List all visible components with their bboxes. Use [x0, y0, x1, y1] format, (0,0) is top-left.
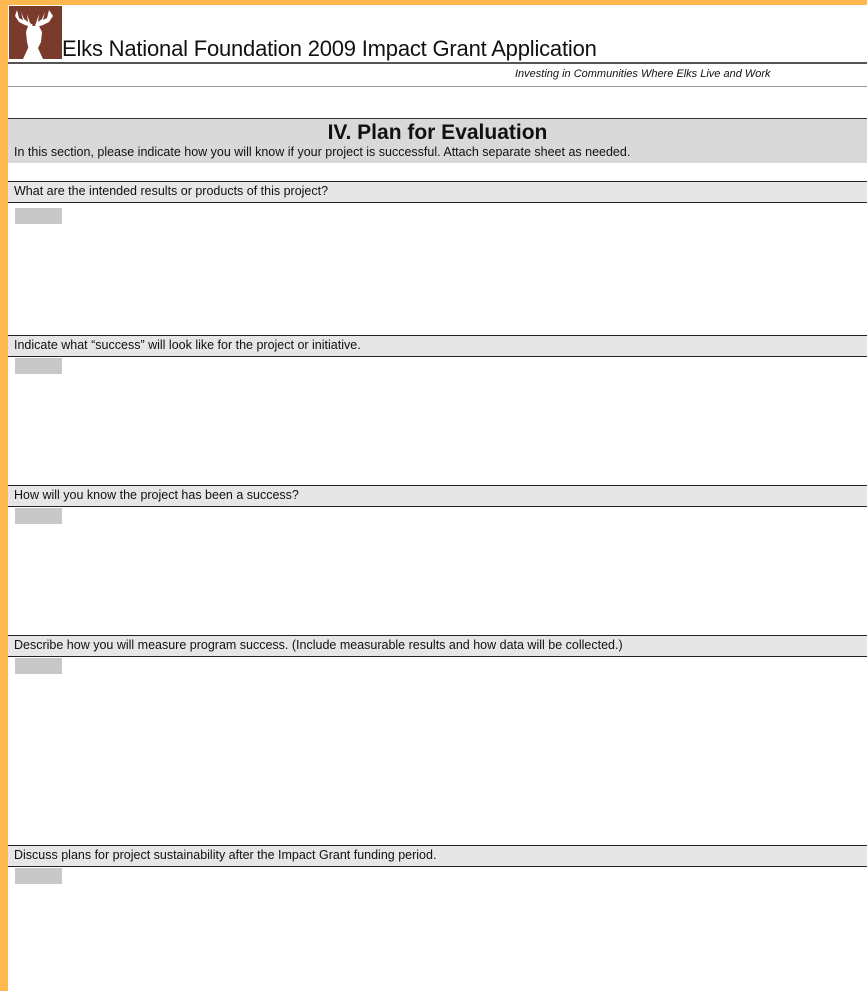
question-header: What are the intended results or product…	[8, 181, 867, 203]
answer-field[interactable]	[15, 358, 62, 374]
question-label: Indicate what “success” will look like f…	[14, 338, 361, 352]
elk-head-icon	[9, 6, 62, 59]
section-instructions: In this section, please indicate how you…	[14, 145, 631, 159]
question-label: What are the intended results or product…	[14, 184, 329, 198]
header-divider	[8, 86, 867, 87]
frame-border-left	[0, 0, 8, 991]
title-divider	[8, 62, 867, 64]
section-header: IV. Plan for Evaluation In this section,…	[8, 118, 867, 163]
answer-field[interactable]	[15, 658, 62, 674]
answer-field[interactable]	[15, 868, 62, 884]
question-header: Describe how you will measure program su…	[8, 635, 867, 657]
form-page: Elks National Foundation 2009 Impact Gra…	[8, 5, 867, 991]
answer-field[interactable]	[15, 208, 62, 224]
question-label: How will you know the project has been a…	[14, 488, 299, 502]
question-header: Discuss plans for project sustainability…	[8, 845, 867, 867]
section-title: IV. Plan for Evaluation	[327, 121, 548, 144]
answer-field[interactable]	[15, 508, 62, 524]
question-label: Describe how you will measure program su…	[14, 638, 623, 652]
question-header: Indicate what “success” will look like f…	[8, 335, 867, 357]
tagline: Investing in Communities Where Elks Live…	[515, 68, 771, 80]
question-label: Discuss plans for project sustainability…	[14, 848, 437, 862]
question-header: How will you know the project has been a…	[8, 485, 867, 507]
application-title: Elks National Foundation 2009 Impact Gra…	[62, 36, 597, 61]
